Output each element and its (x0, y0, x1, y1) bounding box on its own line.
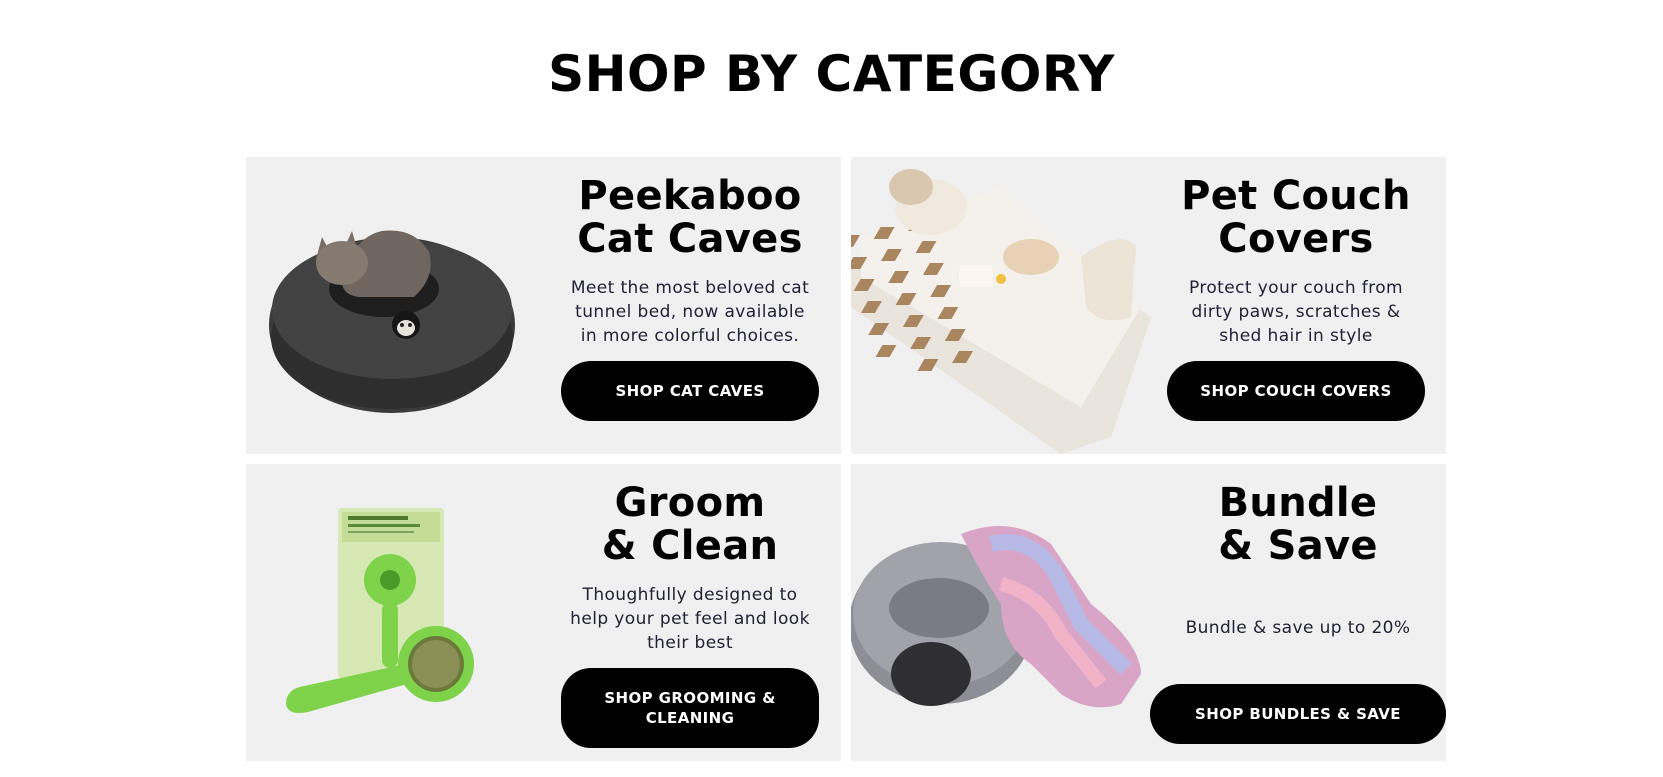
section-title: SHOP BY CATEGORY (548, 45, 1115, 103)
shop-grooming-cleaning-button[interactable]: SHOP GROOMING & CLEANING (561, 668, 819, 748)
category-title-line1: Peekaboo (578, 173, 802, 219)
bundle-cave-blanket-image[interactable] (851, 514, 1147, 724)
category-card-couch-covers[interactable]: Pet Couch Covers Protect your couch from… (851, 157, 1446, 454)
couch-cover-image[interactable] (851, 157, 1151, 454)
category-title-line1: Groom (614, 480, 766, 526)
category-title: Bundle & Save (1218, 482, 1378, 568)
category-card-groom-clean[interactable]: Groom & Clean Thoughfully designed to he… (246, 464, 841, 761)
category-title-line2: Cat Caves (577, 216, 803, 262)
category-description: Protect your couch from dirty paws, scra… (1189, 278, 1403, 346)
category-title: Peekaboo Cat Caves (577, 175, 802, 261)
category-title-line2: & Save (1218, 523, 1378, 569)
category-title-line1: Bundle (1218, 480, 1378, 526)
grooming-brush-image[interactable] (276, 504, 496, 734)
category-title-line2: Covers (1218, 216, 1374, 262)
shop-cat-caves-button[interactable]: SHOP CAT CAVES (561, 361, 819, 421)
category-title: Pet Couch Covers (1181, 175, 1411, 261)
category-description: Bundle & save up to 20% (1185, 618, 1411, 638)
category-description: Meet the most beloved cat tunnel bed, no… (570, 278, 810, 346)
shop-couch-covers-button[interactable]: SHOP COUCH COVERS (1167, 361, 1425, 421)
category-title: Groom & Clean (602, 482, 779, 568)
category-title-line2: & Clean (601, 523, 779, 569)
cat-cave-image[interactable] (264, 197, 524, 427)
category-card-bundle-save[interactable]: Bundle & Save Bundle & save up to 20% SH… (851, 464, 1446, 761)
category-description: Thoughfully designed to help your pet fe… (570, 585, 810, 653)
category-title-line1: Pet Couch (1181, 173, 1411, 219)
category-card-cat-caves[interactable]: Peekaboo Cat Caves Meet the most beloved… (246, 157, 841, 454)
shop-bundles-save-button[interactable]: SHOP BUNDLES & SAVE (1150, 684, 1446, 744)
